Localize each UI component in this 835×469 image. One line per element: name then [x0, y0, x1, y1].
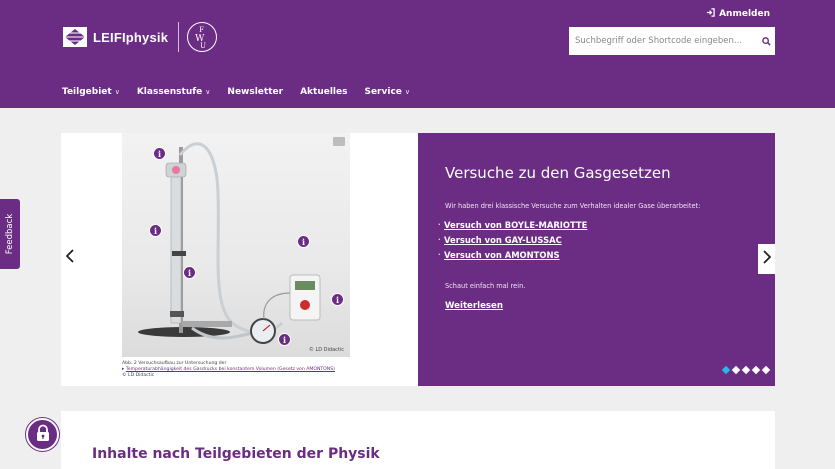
- caption-link[interactable]: Temperaturabhängigkeit des Gasdrucks bei…: [126, 367, 335, 372]
- slide-dots: [721, 365, 771, 375]
- photo-credit: © LD Didactic: [308, 347, 344, 353]
- slide-title: Versuche zu den Gasgesetzen: [445, 164, 671, 182]
- nav-item-label: Klassenstufe: [136, 87, 203, 97]
- content-card: Inhalte nach Teilgebieten der Physik: [61, 411, 775, 469]
- caption-line-3: © LD Didactic: [122, 373, 155, 378]
- experiment-photo: © LD Didactic: [122, 133, 350, 357]
- slide-image-panel: © LD Didactic i i i i i i Abb. 2 Versuch…: [61, 133, 418, 386]
- slide-dot-3[interactable]: [741, 365, 751, 375]
- login-icon: [706, 8, 715, 20]
- nav-item-label: Teilgebiet: [62, 87, 112, 97]
- slide-dot-4[interactable]: [751, 365, 761, 375]
- link-gay-lussac[interactable]: Versuch von GAY-LUSSAC: [444, 235, 562, 245]
- leifi-logo-icon: [62, 24, 88, 50]
- nav-item-teilgebiet[interactable]: Teilgebiet ∨: [62, 87, 120, 97]
- slide-intro: Wir haben drei klassische Versuche zum V…: [445, 202, 701, 210]
- nav-item-label: Service: [364, 87, 402, 97]
- search-input[interactable]: [569, 27, 757, 55]
- lock-icon: [34, 424, 52, 446]
- search-icon[interactable]: [757, 36, 775, 46]
- slide-dot-1[interactable]: [721, 365, 731, 375]
- login-label: Anmelden: [719, 9, 770, 19]
- section-title: Inhalte nach Teilgebieten der Physik: [92, 446, 380, 462]
- teaser-slider: © LD Didactic i i i i i i Abb. 2 Versuch…: [61, 133, 775, 386]
- nav-item-klassenstufe[interactable]: Klassenstufe ∨: [137, 87, 211, 97]
- info-marker-6[interactable]: i: [278, 333, 291, 346]
- link-amontons[interactable]: Versuch von AMONTONS: [444, 250, 560, 260]
- info-marker-3[interactable]: i: [183, 266, 196, 279]
- nav-item-label: Aktuelles: [300, 87, 348, 97]
- logo-divider: [178, 22, 180, 52]
- link-boyle-mariotte[interactable]: Versuch von BOYLE-MARIOTTE: [444, 220, 587, 230]
- site-logo[interactable]: LEIFIphysik F W U: [62, 22, 218, 52]
- slide-dot-2[interactable]: [731, 365, 741, 375]
- read-more-link[interactable]: Weiterlesen: [445, 301, 503, 311]
- info-marker-1[interactable]: i: [153, 147, 166, 160]
- feedback-tab[interactable]: Feedback: [0, 199, 20, 269]
- info-marker-2[interactable]: i: [149, 224, 162, 237]
- list-item: · Versuch von GAY-LUSSAC: [438, 235, 587, 245]
- privacy-lock-button[interactable]: [26, 418, 59, 451]
- list-item: · Versuch von BOYLE-MARIOTTE: [438, 220, 587, 230]
- logo-text: LEIFIphysik: [93, 29, 169, 45]
- slider-next-button[interactable]: [758, 244, 775, 274]
- image-caption: Abb. 2 Versuchsaufbau zur Untersuchung d…: [122, 361, 412, 379]
- experiment-links: · Versuch von BOYLE-MARIOTTE · Versuch von…: [438, 220, 587, 265]
- search-box: [569, 27, 775, 55]
- nav-item-label: Newsletter: [227, 87, 284, 97]
- site-header: Anmelden LEIFIphysik F W U Teilgebiet ∨: [0, 0, 835, 108]
- slide-dot-5[interactable]: [761, 365, 771, 375]
- slide-outro: Schaut einfach mal rein.: [445, 282, 526, 290]
- chevron-down-icon: ∨: [404, 88, 411, 96]
- chevron-left-icon: [65, 248, 74, 267]
- slider-prev-button[interactable]: [62, 247, 78, 267]
- main-nav: Teilgebiet ∨ Klassenstufe ∨ Newsletter A…: [62, 87, 427, 97]
- info-marker-4[interactable]: i: [297, 235, 310, 248]
- info-marker-5[interactable]: i: [331, 293, 344, 306]
- nav-item-service[interactable]: Service ∨: [364, 87, 410, 97]
- chevron-right-icon: [762, 250, 771, 268]
- apparatus-illustration: [138, 142, 321, 344]
- slide-text-panel: Versuche zu den Gasgesetzen Wir haben dr…: [418, 133, 775, 386]
- feedback-label: Feedback: [5, 213, 16, 255]
- list-item: · Versuch von AMONTONS: [438, 250, 587, 260]
- expand-image-icon[interactable]: [333, 137, 345, 146]
- nav-item-newsletter[interactable]: Newsletter: [227, 87, 283, 97]
- nav-item-aktuelles[interactable]: Aktuelles: [300, 87, 347, 97]
- fwu-logo-icon[interactable]: F W U: [187, 22, 218, 52]
- login-link[interactable]: Anmelden: [706, 8, 770, 20]
- chevron-down-icon: ∨: [114, 88, 120, 96]
- chevron-down-icon: ∨: [205, 88, 211, 96]
